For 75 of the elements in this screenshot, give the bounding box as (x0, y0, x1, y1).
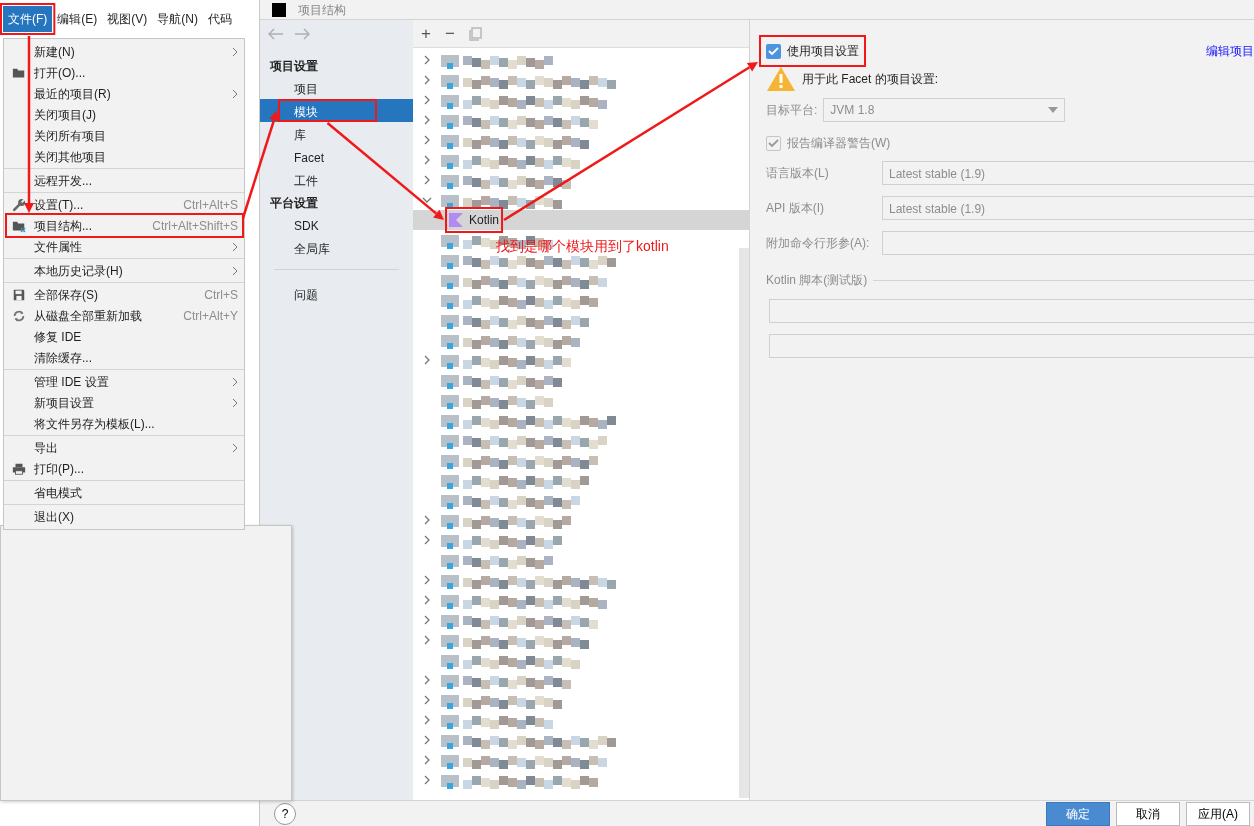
app-logo-icon (272, 2, 286, 17)
dialog-button[interactable]: 应用(A) (1186, 801, 1250, 826)
menu-bar-item[interactable]: 导航(N) (152, 6, 203, 32)
menu-item[interactable]: 设置(T)... (34, 195, 184, 214)
menu-bar-item[interactable]: 代码 (203, 6, 237, 32)
wrench-icon (12, 197, 26, 212)
field-label: 语言版本(L) (766, 165, 830, 182)
shortcut-label: Ctrl+S (204, 286, 238, 304)
menu-item[interactable]: 打开(O)... (34, 63, 238, 82)
highlight-box (0, 3, 56, 35)
tree-item-label: Kotlin (469, 212, 500, 229)
menu-item[interactable]: 新项目设置 (34, 393, 232, 412)
menu-item[interactable]: 关闭其他项目 (34, 147, 238, 166)
dialog-button[interactable]: 确定 (1046, 801, 1110, 826)
nav-item[interactable]: 工件 (260, 168, 413, 191)
menu-item[interactable]: 管理 IDE 设置 (34, 372, 232, 391)
save-icon (12, 287, 26, 302)
shortcut-label: Ctrl+Alt+Y (183, 307, 238, 325)
menu-item[interactable]: 清除缓存... (34, 348, 238, 367)
menu-item[interactable]: 打印(P)... (34, 459, 238, 478)
nav-item[interactable]: 项目 (260, 76, 413, 99)
text-field[interactable] (882, 231, 1254, 255)
field-label: 目标平台: (766, 102, 818, 119)
menu-item[interactable]: 从磁盘全部重新加载 (34, 306, 184, 325)
add-button[interactable]: + (421, 25, 431, 42)
menu-item[interactable]: 最近的项目(R) (34, 84, 232, 103)
menu-bar-item[interactable]: 编辑(E) (52, 6, 103, 32)
text-field[interactable] (769, 334, 1254, 358)
edit-link[interactable]: 编辑项目 (1206, 42, 1254, 60)
menu-item[interactable]: 将文件另存为模板(L)... (34, 414, 238, 433)
menu-item[interactable]: 关闭项目(J) (34, 105, 238, 124)
highlight-box (445, 207, 504, 233)
section-heading: Kotlin 脚本(测试版) (766, 272, 868, 289)
section-heading: 项目设置 (269, 58, 319, 75)
nav-item[interactable]: Facet (260, 145, 413, 168)
nav-item[interactable]: 库 (260, 122, 413, 145)
menu-item[interactable]: 项目结构... (34, 216, 153, 235)
menu-item[interactable]: 文件属性 (34, 237, 232, 256)
dialog-title: 项目结构 (298, 1, 346, 19)
field-label: API 版本(I) (766, 200, 825, 217)
menu-item[interactable]: 省电模式 (34, 483, 238, 502)
menu-item[interactable]: 全部保存(S) (34, 285, 205, 304)
printer-icon (12, 461, 26, 476)
menu-item[interactable]: 远程开发... (34, 171, 238, 190)
menu-item[interactable]: 本地历史记录(H) (34, 261, 232, 280)
nav-item[interactable]: 全局库 (260, 236, 413, 259)
menu-item[interactable]: 关闭所有项目 (34, 126, 238, 145)
dialog-button[interactable]: 取消 (1116, 801, 1180, 826)
shortcut-label: Ctrl+Alt+S (183, 196, 238, 214)
remove-button[interactable]: − (444, 25, 455, 42)
kotlin-logo-icon (449, 213, 463, 227)
tree-row[interactable]: Kotlin (413, 210, 749, 230)
nav-item[interactable]: SDK (260, 213, 413, 236)
warning-text: 用于此 Facet 的项目设置: (802, 71, 938, 88)
checkbox[interactable] (766, 135, 781, 151)
checkbox-label: 报告编译器警告(W) (787, 135, 891, 152)
menu-item[interactable]: 修复 IDE (34, 327, 238, 346)
checkbox[interactable] (766, 43, 781, 59)
menu-item[interactable]: 退出(X) (34, 507, 238, 526)
warning-icon (766, 66, 796, 92)
menu-bar-item[interactable]: 视图(V) (102, 6, 153, 32)
scrollbar[interactable] (739, 248, 749, 798)
section-heading: 平台设置 (269, 195, 319, 212)
help-button[interactable]: ? (274, 802, 296, 825)
checkbox-label: 使用项目设置 (787, 43, 859, 60)
annotation-note: 找到是哪个模块用到了kotlin (496, 237, 669, 256)
nav-item[interactable]: 问题 (260, 282, 413, 305)
shortcut-label: Ctrl+Alt+Shift+S (152, 217, 238, 235)
field-label: 附加命令行形参(A): (766, 235, 871, 252)
menu-item[interactable]: 导出 (34, 438, 232, 457)
menu-item[interactable]: 新建(N) (34, 42, 232, 61)
refresh-icon (12, 308, 26, 323)
text-field[interactable] (769, 299, 1254, 323)
dropdown-arrow-icon (1048, 107, 1059, 113)
menu-bar-item[interactable]: 文件(F) (3, 6, 53, 32)
